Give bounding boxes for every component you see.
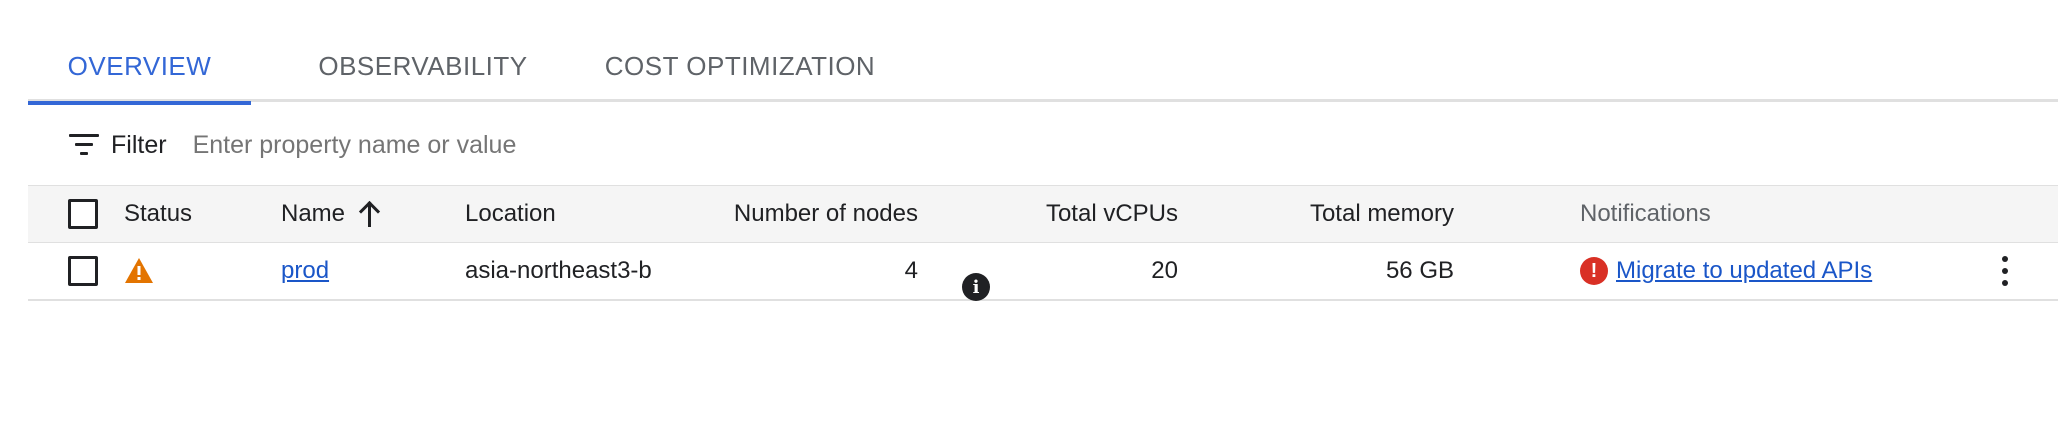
- filter-bar: Filter: [28, 105, 2058, 185]
- table-row: prod asia-northeast3-b 4 20 56 GB ! Migr…: [28, 243, 2058, 301]
- notification-link[interactable]: Migrate to updated APIs: [1616, 257, 1872, 285]
- memory-cell: 56 GB: [1385, 257, 1454, 284]
- filter-label: Filter: [111, 130, 167, 159]
- row-checkbox[interactable]: [68, 256, 98, 286]
- tab-cost-optimization[interactable]: COST OPTIMIZATION: [580, 30, 900, 102]
- more-actions-icon[interactable]: [1990, 253, 2020, 289]
- tab-observability[interactable]: OBSERVABILITY: [298, 30, 548, 102]
- column-header-name[interactable]: Name: [281, 186, 381, 242]
- info-icon[interactable]: i: [962, 273, 990, 301]
- table-header: Status Name Location Number of nodes Tot…: [28, 185, 2058, 243]
- name-cell: prod: [281, 243, 329, 299]
- column-header-vcpus[interactable]: Total vCPUs: [1046, 186, 1178, 242]
- select-all-cell: [68, 186, 98, 242]
- filter-button[interactable]: Filter: [69, 131, 167, 160]
- location-cell: asia-northeast3-b: [465, 257, 652, 284]
- filter-icon: [69, 134, 99, 156]
- sort-ascending-icon[interactable]: [359, 201, 381, 227]
- filter-input[interactable]: [192, 130, 1093, 160]
- clusters-page: OVERVIEW OBSERVABILITY COST OPTIMIZATION…: [0, 0, 2058, 432]
- clusters-table: Status Name Location Number of nodes Tot…: [28, 185, 2058, 301]
- nodes-info-wrap: i: [944, 258, 990, 316]
- cluster-name-link[interactable]: prod: [281, 257, 329, 285]
- column-header-memory[interactable]: Total memory: [1310, 186, 1454, 242]
- warning-icon[interactable]: [124, 257, 154, 285]
- column-header-status[interactable]: Status: [124, 186, 192, 242]
- row-menu-cell: [1990, 243, 2020, 299]
- nodes-value: 4: [904, 257, 918, 284]
- tab-overview[interactable]: OVERVIEW: [28, 30, 251, 105]
- notification-cell: ! Migrate to updated APIs: [1580, 243, 1872, 299]
- status-cell: [124, 243, 154, 299]
- error-icon: !: [1580, 257, 1608, 285]
- column-header-name-label: Name: [281, 200, 346, 227]
- vcpus-cell: 20: [1151, 257, 1178, 284]
- column-header-notifications: Notifications: [1580, 200, 1711, 227]
- column-header-nodes[interactable]: Number of nodes: [734, 186, 918, 242]
- nodes-cell: 4: [905, 243, 918, 299]
- column-header-location[interactable]: Location: [465, 186, 556, 242]
- row-select-cell: [68, 243, 98, 299]
- tab-bar: OVERVIEW OBSERVABILITY COST OPTIMIZATION: [28, 30, 2058, 105]
- select-all-checkbox[interactable]: [68, 199, 98, 229]
